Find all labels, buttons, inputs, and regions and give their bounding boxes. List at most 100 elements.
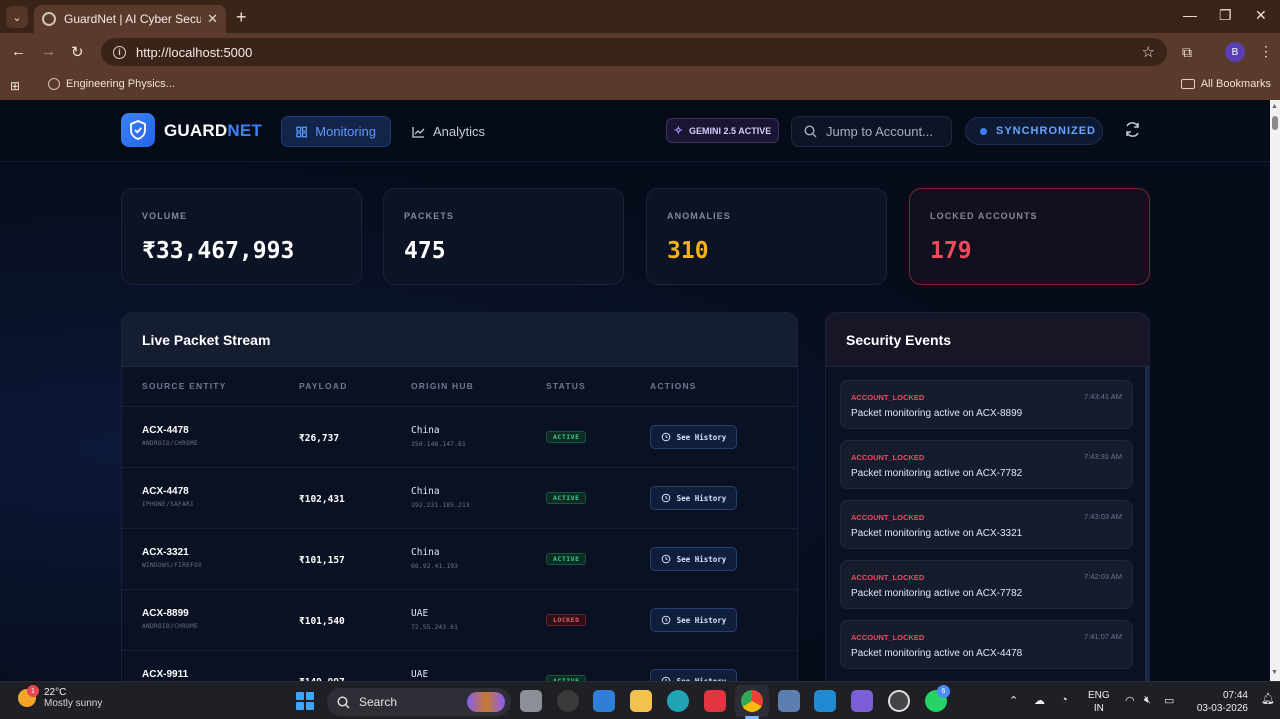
event-message: Packet monitoring active on ACX-7782 <box>851 468 1023 479</box>
temperature: 22°C <box>44 687 67 698</box>
origin-hub: China 66.92.41.193 <box>411 547 458 570</box>
battery-icon[interactable]: ▭ <box>1164 694 1174 707</box>
search-placeholder: Jump to Account... <box>826 124 933 139</box>
stat-value: ₹33,467,993 <box>142 238 295 264</box>
origin-ip: 72.55.243.61 <box>411 623 458 631</box>
clock[interactable]: 07:44 03-03-2026 <box>1196 689 1248 715</box>
network-icon[interactable]: ◔ <box>1061 694 1068 706</box>
media-player-icon[interactable] <box>888 690 910 712</box>
account-id[interactable]: ACX-3321 <box>142 547 202 558</box>
stat-card-packets: PACKETS 475 <box>383 188 624 285</box>
event-card[interactable]: ACCOUNT_LOCKED 7:41:07 AM Packet monitorin… <box>840 620 1133 669</box>
tab-label: Monitoring <box>315 124 376 139</box>
chevron-up-icon[interactable]: ⌃ <box>1009 694 1018 707</box>
account-id[interactable]: ACX-4478 <box>142 425 198 436</box>
stat-label: LOCKED ACCOUNTS <box>930 211 1038 221</box>
language-indicator[interactable]: ENG IN <box>1088 689 1110 715</box>
browser-menu-icon[interactable]: ⋮ <box>1259 43 1273 60</box>
vscode-icon[interactable] <box>814 690 836 712</box>
restore-button[interactable]: ❐ <box>1219 7 1232 24</box>
event-card[interactable]: ACCOUNT_LOCKED 7:43:41 AM Packet monitorin… <box>840 380 1133 429</box>
see-history-button[interactable]: See History <box>650 486 737 510</box>
apps-grid-icon[interactable]: ⊞ <box>10 79 20 93</box>
task-view-icon[interactable] <box>520 690 542 712</box>
chrome-icon[interactable] <box>741 690 763 712</box>
tab-monitoring[interactable]: Monitoring <box>281 116 391 147</box>
postgresql-icon[interactable] <box>778 690 800 712</box>
back-button[interactable]: ← <box>11 43 26 60</box>
minimize-button[interactable]: — <box>1183 7 1197 23</box>
event-type: ACCOUNT_LOCKED <box>851 453 925 462</box>
store-icon[interactable] <box>593 690 615 712</box>
extensions-icon[interactable]: ⧉ <box>1182 44 1192 61</box>
device-label: ANDROID/CHROME <box>142 623 199 630</box>
device-label: IPHONE/SAFARI <box>142 501 195 508</box>
windows-start-icon[interactable] <box>296 692 314 710</box>
see-history-button[interactable]: See History <box>650 608 737 632</box>
event-message: Packet monitoring active on ACX-3321 <box>851 528 1023 539</box>
account-id[interactable]: ACX-4478 <box>142 486 194 497</box>
file-explorer-icon[interactable] <box>630 690 652 712</box>
account-id[interactable]: ACX-9911 <box>142 669 188 680</box>
weather-widget[interactable]: 1 22°C Mostly sunny <box>18 685 102 709</box>
volume-muted-icon[interactable]: 🔇︎ <box>1144 694 1151 707</box>
wifi-icon[interactable]: ◠ <box>1125 694 1135 707</box>
scroll-up-icon[interactable]: ▲ <box>1271 103 1278 110</box>
payload-amount: ₹101,157 <box>299 555 345 566</box>
forward-button[interactable]: → <box>41 43 56 60</box>
pycharm-icon[interactable] <box>851 690 873 712</box>
account-id[interactable]: ACX-8899 <box>142 608 198 619</box>
account-search-input[interactable]: Jump to Account... <box>791 116 952 147</box>
event-card[interactable]: ACCOUNT_LOCKED 7:43:31 AM Packet monitorin… <box>840 440 1133 489</box>
wps-office-icon[interactable] <box>704 690 726 712</box>
see-history-button[interactable]: See History <box>650 669 737 681</box>
gemini-status-badge: ✧ GEMINI 2.5 ACTIVE <box>666 118 779 143</box>
bookmark-star-icon[interactable]: ☆ <box>1142 43 1155 61</box>
page-scrollbar[interactable]: ▲ ▼ <box>1270 100 1280 681</box>
new-tab-button[interactable]: + <box>236 7 247 28</box>
status-badge: ACTIVE <box>546 431 587 443</box>
notification-bell-icon[interactable]: 🔔︎ <box>1261 692 1275 705</box>
profile-avatar[interactable]: B <box>1225 42 1245 62</box>
source-entity: ACX-8899 ANDROID/CHROME <box>142 608 198 630</box>
events-scrollbar[interactable] <box>1145 367 1149 681</box>
site-info-icon[interactable]: i <box>113 45 126 59</box>
table-row: ACX-9911₹149,997UAEACTIVESee History <box>122 651 797 681</box>
browser-tab[interactable]: GuardNet | AI Cyber Security Co ✕ <box>34 5 226 33</box>
event-card[interactable]: ACCOUNT_LOCKED 7:42:03 AM Packet monitorin… <box>840 560 1133 609</box>
event-time: 7:41:07 AM <box>1084 632 1122 641</box>
history-icon <box>661 615 670 625</box>
close-window-button[interactable]: ✕ <box>1255 7 1267 24</box>
url-input[interactable]: i http://localhost:5000 ☆ <box>101 38 1167 66</box>
notification-badge: 6 <box>937 685 950 698</box>
see-history-button[interactable]: See History <box>650 547 737 571</box>
event-type: ACCOUNT_LOCKED <box>851 513 925 522</box>
copilot-icon[interactable] <box>557 690 579 712</box>
bookmark-item[interactable]: Engineering Physics... <box>48 78 175 90</box>
button-label: See History <box>676 615 727 625</box>
event-message: Packet monitoring active on ACX-4478 <box>851 648 1023 659</box>
event-time: 7:43:31 AM <box>1084 452 1122 461</box>
event-card[interactable]: ACCOUNT_LOCKED 7:43:03 AM Packet monitorin… <box>840 500 1133 549</box>
close-tab-icon[interactable]: ✕ <box>207 11 218 27</box>
all-bookmarks-button[interactable]: All Bookmarks <box>1180 78 1271 90</box>
onedrive-icon[interactable]: ☁ <box>1034 694 1045 707</box>
reload-button[interactable]: ↻ <box>71 43 84 61</box>
see-history-button[interactable]: See History <box>650 425 737 449</box>
edge-icon[interactable] <box>667 690 689 712</box>
refresh-button[interactable] <box>1124 121 1141 143</box>
tab-search-button[interactable]: ⌄ <box>6 6 28 28</box>
source-entity: ACX-4478 ANDROID/CHROME <box>142 425 198 447</box>
column-header: ORIGIN HUB <box>411 381 474 391</box>
windows-taskbar: 1 22°C Mostly sunny Search 6 ⌃ ☁ ◔ ENG I… <box>0 681 1280 719</box>
status-badge: ACTIVE <box>546 492 587 504</box>
scroll-down-icon[interactable]: ▼ <box>1271 669 1278 676</box>
taskbar-search[interactable]: Search <box>327 688 511 716</box>
scroll-thumb[interactable] <box>1272 116 1278 130</box>
source-entity: ACX-4478 IPHONE/SAFARI <box>142 486 194 508</box>
event-type: ACCOUNT_LOCKED <box>851 393 925 402</box>
origin-ip: 250.148.147.61 <box>411 440 466 448</box>
globe-icon <box>48 78 60 90</box>
history-icon <box>661 493 670 503</box>
tab-analytics[interactable]: Analytics <box>398 116 499 147</box>
